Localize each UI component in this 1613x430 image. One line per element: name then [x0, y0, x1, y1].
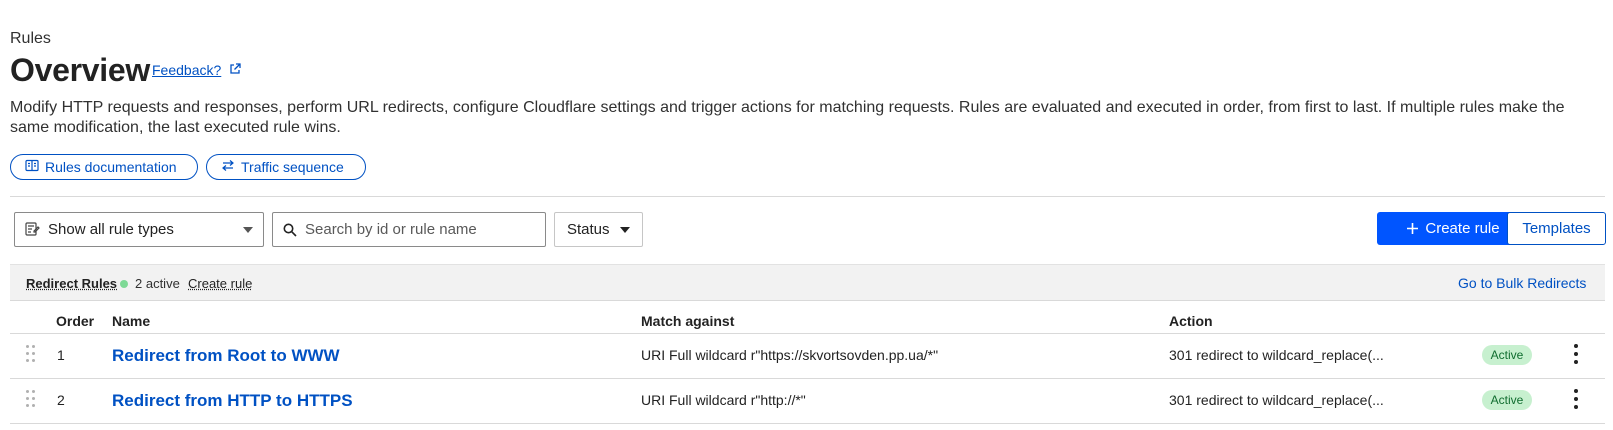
header-divider	[10, 333, 1605, 334]
search-icon	[283, 223, 297, 237]
create-rule-label: Create rule	[1425, 220, 1500, 237]
row-divider	[10, 378, 1605, 379]
traffic-sequence-label: Traffic sequence	[241, 159, 344, 175]
caret-down-icon	[619, 226, 630, 233]
rule-action: 301 redirect to wildcard_replace(...	[1169, 392, 1384, 408]
column-header-order: Order	[56, 313, 95, 329]
column-header-name: Name	[112, 313, 151, 329]
bulk-redirects-link[interactable]: Go to Bulk Redirects	[1458, 275, 1586, 291]
rule-order: 2	[57, 392, 65, 408]
feedback-label: Feedback?	[152, 62, 222, 78]
rule-order: 1	[57, 347, 65, 363]
rule-type-value: Show all rule types	[48, 221, 174, 238]
swap-arrows-icon	[221, 159, 235, 175]
status-filter[interactable]: Status	[554, 212, 643, 247]
rules-documentation-label: Rules documentation	[45, 159, 177, 175]
row-divider	[10, 423, 1605, 424]
status-badge: Active	[1482, 390, 1532, 410]
page-description: Modify HTTP requests and responses, perf…	[10, 99, 1565, 136]
rules-documentation-button[interactable]: Rules documentation	[10, 154, 198, 180]
rule-type-select[interactable]: Show all rule types	[14, 212, 264, 247]
search-field[interactable]	[272, 212, 546, 247]
kebab-menu-icon[interactable]	[1570, 344, 1582, 364]
external-link-icon	[229, 62, 241, 78]
rule-match: URI Full wildcard r"http://*"	[641, 392, 806, 408]
status-dot	[120, 280, 128, 288]
chevron-down-icon	[243, 226, 253, 233]
drag-handle-icon[interactable]	[26, 390, 36, 408]
feedback-link[interactable]: Feedback?	[152, 62, 241, 78]
plus-icon	[1406, 222, 1419, 235]
traffic-sequence-button[interactable]: Traffic sequence	[206, 154, 366, 180]
column-header-match: Match against	[641, 313, 735, 329]
group-create-rule-link[interactable]: Create rule	[188, 276, 252, 291]
rule-name-link[interactable]: Redirect from Root to WWW	[112, 346, 340, 366]
section-label: Rules	[10, 30, 51, 47]
status-filter-label: Status	[567, 221, 610, 238]
book-icon	[25, 159, 39, 175]
search-input[interactable]	[305, 221, 535, 238]
group-title[interactable]: Redirect Rules	[26, 276, 117, 291]
drag-handle-icon[interactable]	[26, 345, 36, 363]
active-count: 2 active	[135, 276, 180, 291]
rule-match: URI Full wildcard r"https://skvortsovden…	[641, 347, 939, 363]
page-title: Overview	[10, 52, 150, 88]
templates-button[interactable]: Templates	[1507, 212, 1606, 245]
rule-name-link[interactable]: Redirect from HTTP to HTTPS	[112, 391, 353, 411]
filter-list-icon	[25, 222, 40, 237]
column-header-action: Action	[1169, 313, 1213, 329]
kebab-menu-icon[interactable]	[1570, 389, 1582, 409]
status-badge: Active	[1482, 345, 1532, 365]
divider	[10, 196, 1605, 197]
rule-action: 301 redirect to wildcard_replace(...	[1169, 347, 1384, 363]
